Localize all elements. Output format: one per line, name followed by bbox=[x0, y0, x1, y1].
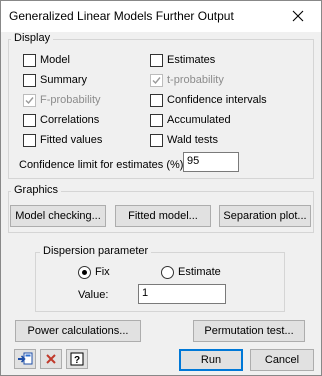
estimate-radio-circle[interactable] bbox=[161, 265, 174, 279]
fitted-values-checkbox[interactable]: Fitted values bbox=[23, 133, 102, 147]
fix-radio[interactable]: Fix bbox=[78, 265, 110, 279]
fix-label: Fix bbox=[95, 266, 110, 278]
cancel-button[interactable]: Cancel bbox=[250, 349, 314, 371]
model-checking-button[interactable]: Model checking... bbox=[10, 205, 106, 227]
summary-checkbox-box[interactable] bbox=[23, 73, 36, 87]
accumulated-checkbox[interactable]: Accumulated bbox=[150, 113, 231, 127]
dispersion-group-label: Dispersion parameter bbox=[40, 245, 152, 257]
graphics-group-label: Graphics bbox=[11, 184, 62, 196]
wald-tests-checkbox-box[interactable] bbox=[150, 133, 163, 147]
dispersion-value-input[interactable]: 1 bbox=[138, 284, 226, 304]
correlations-label: Correlations bbox=[40, 114, 100, 126]
summary-checkbox[interactable]: Summary bbox=[23, 73, 87, 87]
model-checkbox-box[interactable] bbox=[23, 53, 36, 67]
f-probability-label: F-probability bbox=[40, 94, 101, 106]
correlations-checkbox-box[interactable] bbox=[23, 113, 36, 127]
confidence-intervals-checkbox[interactable]: Confidence intervals bbox=[150, 93, 267, 107]
value-label: Value: bbox=[78, 289, 109, 301]
clear-button[interactable] bbox=[40, 349, 62, 369]
power-calculations-button[interactable]: Power calculations... bbox=[15, 320, 141, 342]
fix-radio-circle[interactable] bbox=[78, 265, 91, 279]
dialog-window: Generalized Linear Models Further Output… bbox=[0, 0, 322, 376]
accumulated-checkbox-box[interactable] bbox=[150, 113, 163, 127]
help-button[interactable]: ? bbox=[66, 349, 88, 369]
estimates-label: Estimates bbox=[167, 54, 216, 66]
close-button[interactable] bbox=[275, 1, 321, 31]
t-probability-checkbox: t-probability bbox=[150, 73, 224, 87]
fitted-model-button[interactable]: Fitted model... bbox=[115, 205, 211, 227]
model-checkbox[interactable]: Model bbox=[23, 53, 70, 67]
window-title: Generalized Linear Models Further Output bbox=[9, 9, 234, 23]
fix-radio-dot bbox=[82, 269, 87, 275]
f-probability-checkbox: F-probability bbox=[23, 93, 101, 107]
checkmark-icon bbox=[152, 76, 161, 84]
checkmark-icon bbox=[25, 96, 34, 104]
f-probability-checkbox-box bbox=[23, 93, 36, 107]
display-group-label: Display bbox=[11, 32, 54, 44]
wald-tests-label: Wald tests bbox=[167, 134, 218, 146]
accumulated-label: Accumulated bbox=[167, 114, 231, 126]
confidence-intervals-checkbox-box[interactable] bbox=[150, 93, 163, 107]
estimate-radio[interactable]: Estimate bbox=[161, 265, 221, 279]
run-button[interactable]: Run bbox=[179, 349, 243, 371]
clear-icon bbox=[46, 354, 56, 364]
model-label: Model bbox=[40, 54, 70, 66]
fitted-values-label: Fitted values bbox=[40, 134, 103, 146]
transfer-button[interactable] bbox=[14, 349, 36, 369]
estimate-label: Estimate bbox=[178, 266, 221, 278]
permutation-test-button[interactable]: Permutation test... bbox=[193, 320, 305, 342]
estimates-checkbox-box[interactable] bbox=[150, 53, 163, 67]
title-bar: Generalized Linear Models Further Output bbox=[1, 1, 321, 32]
summary-label: Summary bbox=[40, 74, 88, 86]
t-probability-checkbox-box bbox=[150, 73, 163, 87]
svg-text:?: ? bbox=[74, 355, 80, 366]
separation-plot-button[interactable]: Separation plot... bbox=[219, 205, 311, 227]
wald-tests-checkbox[interactable]: Wald tests bbox=[150, 133, 218, 147]
correlations-checkbox[interactable]: Correlations bbox=[23, 113, 99, 127]
transfer-icon bbox=[18, 352, 33, 365]
fitted-values-checkbox-box[interactable] bbox=[23, 133, 36, 147]
close-icon bbox=[292, 10, 304, 22]
confidence-intervals-label: Confidence intervals bbox=[167, 94, 267, 106]
estimates-checkbox[interactable]: Estimates bbox=[150, 53, 215, 67]
confidence-limit-input[interactable]: 95 bbox=[183, 152, 239, 172]
confidence-limit-label: Confidence limit for estimates (%): bbox=[19, 159, 187, 171]
t-probability-label: t-probability bbox=[167, 74, 224, 86]
help-icon: ? bbox=[70, 352, 84, 366]
